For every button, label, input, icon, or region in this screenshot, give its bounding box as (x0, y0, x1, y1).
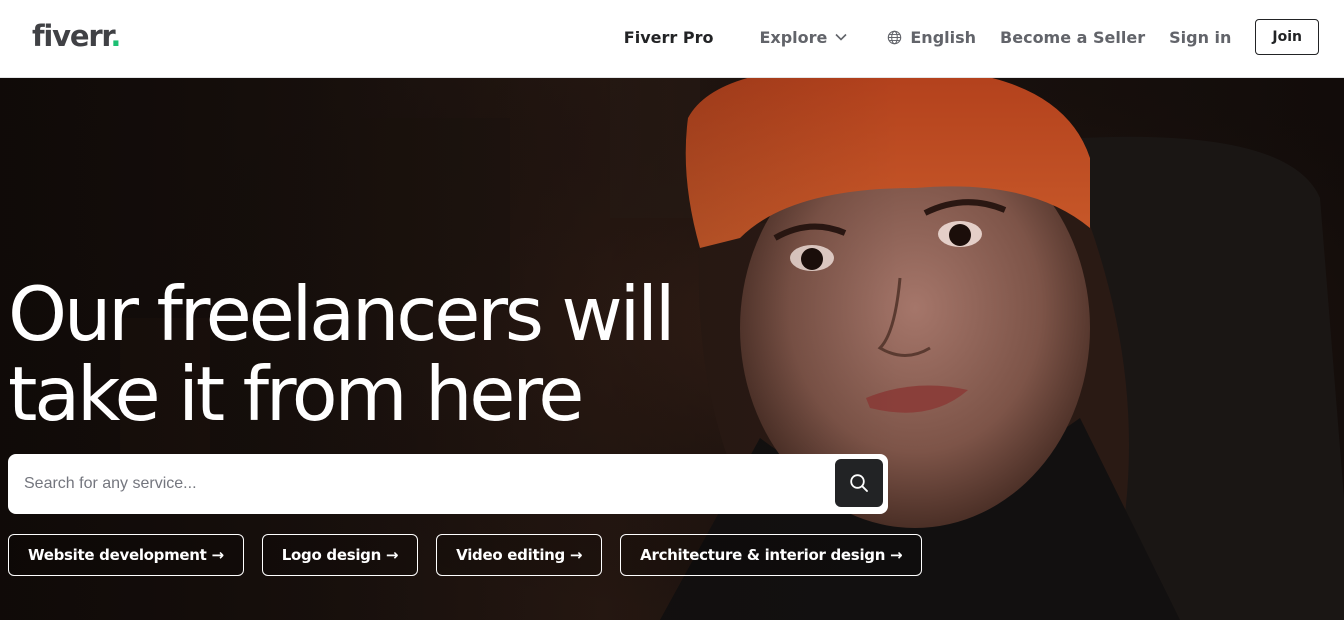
hero-section: Our freelancers will take it from here W… (0, 78, 1344, 620)
chip-architecture-interior-design[interactable]: Architecture & interior design → (620, 534, 923, 576)
nav-sign-in[interactable]: Sign in (1169, 28, 1231, 47)
fiverr-logo[interactable]: fiverr. (32, 18, 121, 54)
nav-explore[interactable]: Explore (759, 28, 847, 47)
globe-icon (888, 30, 902, 44)
search-button[interactable] (835, 459, 883, 507)
hero-title-line-1: Our freelancers will (8, 270, 676, 358)
chip-video-editing[interactable]: Video editing → (436, 534, 603, 576)
chevron-down-icon (835, 33, 847, 41)
search-icon (850, 474, 868, 492)
nav-explore-label: Explore (759, 27, 828, 47)
top-header: fiverr. Fiverr Pro Explore English Becom… (0, 0, 1344, 78)
logo-dot: . (110, 19, 121, 53)
hero-title: Our freelancers will take it from here (8, 274, 828, 434)
nav-fiverr-pro[interactable]: Fiverr Pro (624, 28, 714, 47)
search-input[interactable] (8, 454, 888, 514)
chip-website-development[interactable]: Website development → (8, 534, 244, 576)
nav-language-label: English (910, 27, 977, 47)
nav-become-seller[interactable]: Become a Seller (1000, 28, 1145, 47)
join-button[interactable]: Join (1255, 19, 1319, 55)
popular-services: Website development → Logo design → Vide… (8, 534, 940, 576)
hero-title-line-2: take it from here (8, 350, 584, 438)
main-nav: Fiverr Pro Explore English Become a Sell… (624, 19, 1319, 55)
search-bar (8, 454, 888, 514)
nav-language[interactable]: English (887, 28, 976, 47)
chip-logo-design[interactable]: Logo design → (261, 534, 419, 576)
logo-text: fiverr (32, 19, 112, 53)
